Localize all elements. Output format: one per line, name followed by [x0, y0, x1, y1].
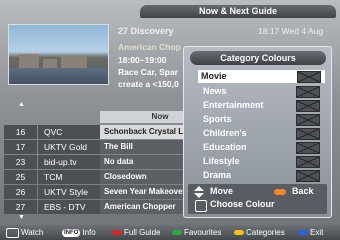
colour-swatch[interactable]: [296, 86, 320, 98]
channel-name: TCM: [38, 170, 105, 184]
watch-label: Watch: [21, 228, 44, 237]
channel-title: 27 Discovery: [118, 26, 174, 36]
programme-description-line2: create a <150,0: [118, 79, 179, 89]
channel-number: 16: [4, 125, 37, 139]
info-key[interactable]: INFO Info: [62, 227, 96, 238]
category-label: Lifestyle: [203, 156, 240, 166]
channel-name: QVC: [38, 125, 105, 139]
green-key-icon: [172, 230, 182, 236]
category-item-news[interactable]: News: [199, 85, 324, 98]
info-icon: INFO: [62, 228, 81, 237]
channel-name: EBS - DTV: [38, 200, 105, 214]
exit-label: Exit: [310, 228, 324, 237]
channel-number: 17: [4, 140, 37, 154]
preview-building: [19, 54, 39, 68]
now-programme[interactable]: American Chopper: [100, 200, 188, 214]
category-item-education[interactable]: Education: [199, 141, 324, 154]
now-programme[interactable]: Seven Year Makeove: [100, 185, 188, 199]
exit-key[interactable]: Exit: [298, 227, 323, 238]
category-item-childrens[interactable]: Children's: [199, 127, 324, 140]
category-item-entertainment[interactable]: Entertainment: [199, 99, 324, 112]
now-programme[interactable]: The Bill: [100, 140, 188, 154]
preview-video: [8, 24, 109, 85]
colour-swatch[interactable]: [296, 114, 320, 126]
clock-date: 18:17 Wed 4 Aug: [258, 26, 324, 36]
now-programme[interactable]: No data: [100, 155, 188, 169]
choose-colour-button[interactable]: Choose Colour: [210, 199, 275, 209]
now-programme[interactable]: Schonback Crystal L: [100, 125, 188, 139]
category-label: Children's: [203, 128, 247, 138]
info-label: Info: [82, 228, 96, 237]
back-button[interactable]: Back: [292, 186, 314, 196]
now-programme[interactable]: Closedown: [100, 170, 188, 184]
categories-key[interactable]: Categories: [234, 227, 285, 238]
full-guide-label: Full Guide: [124, 228, 161, 237]
preview-water: [9, 68, 108, 84]
guide-title: Now & Next Guide: [140, 5, 336, 18]
colour-swatch[interactable]: [296, 170, 320, 182]
full-guide-key[interactable]: Full Guide: [112, 227, 160, 238]
scroll-down-icon[interactable]: ▼: [18, 214, 25, 221]
category-label: Entertainment: [203, 100, 264, 110]
colour-swatch[interactable]: [296, 100, 320, 112]
key-help-bar: Watch INFO Info Full Guide Favourites Cat…: [0, 225, 340, 240]
channel-number: 27: [4, 200, 37, 214]
category-item-drama[interactable]: Drama: [199, 169, 324, 182]
channel-number: 26: [4, 185, 37, 199]
channel-name: UKTV Style: [38, 185, 105, 199]
dialog-help-bar: Move Back Choose Colour: [188, 184, 327, 214]
back-key-icon: [274, 189, 286, 195]
category-label: Education: [203, 142, 247, 152]
enter-key-icon: [195, 200, 207, 212]
move-label: Move: [210, 186, 234, 196]
category-item-movie[interactable]: Movie: [198, 70, 325, 83]
favourites-label: Favourites: [184, 228, 222, 237]
programme-description-line1: Race Car, Spar: [118, 67, 179, 77]
scroll-up-icon[interactable]: ▲: [18, 101, 25, 108]
category-label: Movie: [201, 71, 227, 81]
category-label: Drama: [203, 170, 232, 180]
colour-swatch[interactable]: [296, 156, 320, 168]
preview-building: [43, 59, 57, 68]
dialog-title: Category Colours: [190, 51, 326, 65]
channel-number: 23: [4, 155, 37, 169]
watch-icon: [6, 227, 19, 238]
favourites-key[interactable]: Favourites: [172, 227, 221, 238]
category-label: News: [203, 86, 227, 96]
red-key-icon: [112, 230, 122, 236]
guide-screen: Now & Next Guide 27 Discovery 18:17 Wed …: [0, 0, 340, 240]
programme-time: 18:00~19:00: [118, 55, 167, 65]
watch-key[interactable]: Watch: [6, 227, 43, 238]
category-label: Sports: [203, 114, 232, 124]
channel-number: 25: [4, 170, 37, 184]
category-item-lifestyle[interactable]: Lifestyle: [199, 155, 324, 168]
preview-building: [61, 56, 87, 68]
channel-name: UKTV Gold: [38, 140, 105, 154]
channel-name: bid-up.tv: [38, 155, 105, 169]
move-arrows-icon: [194, 186, 204, 198]
colour-swatch[interactable]: [296, 142, 320, 154]
programme-title: American Chop: [118, 42, 181, 52]
yellow-key-icon: [234, 230, 244, 236]
blue-key-icon: [298, 230, 308, 236]
category-colours-dialog: Category Colours Movie News Entertainmen…: [183, 46, 332, 218]
colour-swatch[interactable]: [297, 71, 321, 83]
categories-label: Categories: [246, 228, 285, 237]
colour-swatch[interactable]: [296, 128, 320, 140]
category-item-sports[interactable]: Sports: [199, 113, 324, 126]
